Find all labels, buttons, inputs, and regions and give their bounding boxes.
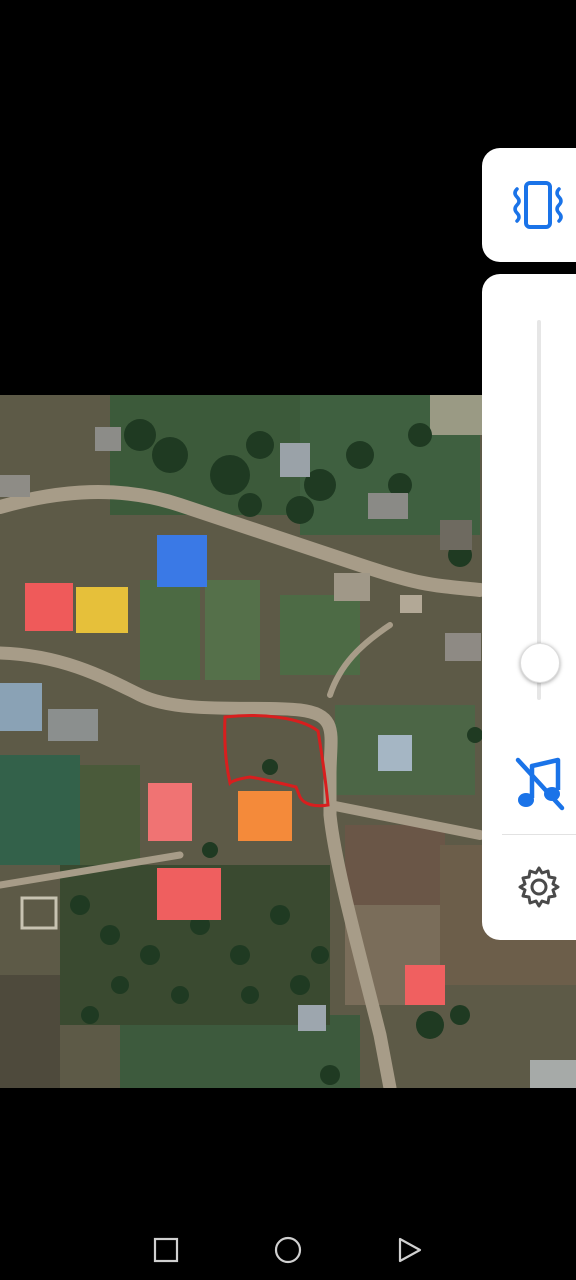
yellow-roof-house	[76, 587, 128, 633]
square-recents-icon[interactable]	[152, 1236, 180, 1264]
blue-roof-house	[157, 535, 207, 587]
grey-roof-house	[400, 595, 422, 613]
grey-roof-house	[298, 1005, 326, 1031]
grey-roof-house	[368, 493, 408, 519]
grey-roof-house	[280, 443, 310, 477]
field-patch	[80, 765, 140, 865]
system-navigation-bar	[0, 1200, 576, 1280]
volume-panel	[482, 274, 576, 940]
panel-divider	[502, 834, 576, 835]
field-patch	[0, 755, 80, 865]
orange-roof-house	[238, 791, 292, 841]
field-patch	[140, 580, 200, 680]
volume-slider-thumb[interactable]	[520, 643, 560, 683]
red-roof-house	[148, 783, 192, 841]
grey-roof-house	[334, 573, 370, 601]
red-roof-house	[405, 965, 445, 1005]
circle-home-icon[interactable]	[274, 1236, 302, 1264]
gear-icon[interactable]	[516, 864, 562, 910]
vibrate-icon	[513, 181, 563, 229]
music-off-icon[interactable]	[514, 754, 566, 812]
grey-roof-house	[95, 427, 121, 451]
vibrate-mode-button[interactable]	[482, 148, 576, 262]
grey-roof-house	[0, 475, 30, 497]
grey-roof-house	[440, 520, 472, 550]
field-patch	[205, 580, 260, 680]
grey-roof-house	[530, 1060, 576, 1088]
red-roof-house	[25, 583, 73, 631]
triangle-back-icon[interactable]	[396, 1236, 424, 1264]
grey-roof-house	[0, 683, 42, 731]
field-patch	[345, 825, 445, 905]
red-roof-house	[157, 868, 221, 920]
field-patch	[0, 975, 60, 1088]
grey-roof-house	[378, 735, 412, 771]
field-patch	[430, 395, 490, 435]
grey-roof-house	[445, 633, 481, 661]
grey-roof-house	[48, 709, 98, 741]
